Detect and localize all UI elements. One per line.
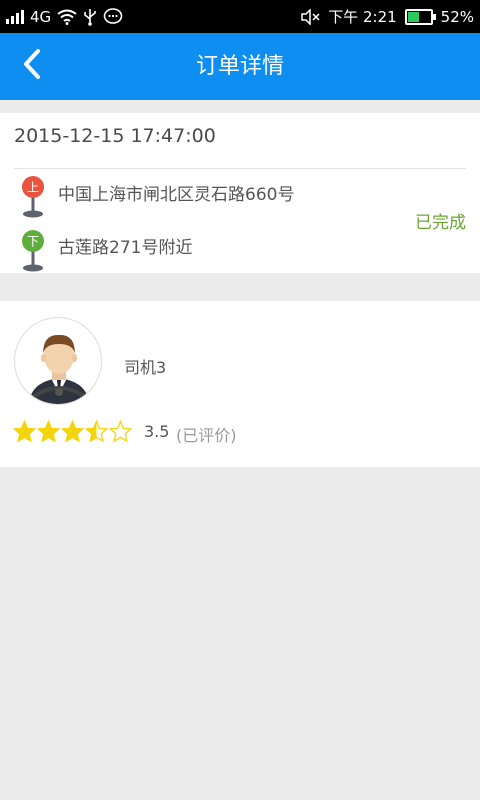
battery-icon bbox=[404, 8, 436, 25]
usb-icon bbox=[83, 8, 97, 26]
star-half-icon bbox=[85, 420, 108, 443]
dropoff-badge: 下 bbox=[27, 235, 39, 249]
driver-avatar bbox=[14, 317, 102, 405]
wifi-icon bbox=[57, 9, 77, 25]
app-bar: 订单详情 bbox=[0, 33, 480, 100]
driver-card: 司机3 3.5 (已评价) bbox=[0, 301, 480, 467]
star-full-icon bbox=[37, 420, 60, 443]
driver-name: 司机3 bbox=[124, 358, 167, 377]
signal-icon bbox=[6, 9, 24, 24]
clock: 下午 2:21 bbox=[328, 8, 397, 26]
rating-value: 3.5 bbox=[144, 422, 170, 441]
message-icon bbox=[103, 7, 123, 26]
order-summary-card: 2015-12-15 17:47:00 上 中国上海市闸北区灵石路660号 下 … bbox=[0, 113, 480, 273]
status-bar-right: 下午 2:21 52% bbox=[300, 0, 474, 33]
order-datetime: 2015-12-15 17:47:00 bbox=[14, 125, 216, 147]
dropoff-pin-icon: 下 bbox=[18, 229, 48, 273]
dropoff-address: 古莲路271号附近 bbox=[58, 238, 193, 258]
star-full-icon bbox=[13, 420, 36, 443]
order-status: 已完成 bbox=[415, 213, 466, 233]
page-title: 订单详情 bbox=[195, 54, 284, 79]
battery-percent: 52% bbox=[440, 7, 474, 26]
star-full-icon bbox=[61, 420, 84, 443]
pickup-badge: 上 bbox=[27, 181, 39, 195]
pickup-pin-icon: 上 bbox=[18, 175, 48, 219]
network-type: 4G bbox=[30, 7, 52, 26]
rating-status: (已评价) bbox=[176, 426, 237, 445]
star-empty-icon bbox=[109, 420, 132, 443]
mute-icon bbox=[300, 8, 320, 25]
divider bbox=[14, 168, 466, 169]
rating-stars bbox=[13, 420, 132, 443]
status-bar: 4G 下午 2:21 52% bbox=[0, 0, 480, 33]
status-bar-left: 4G bbox=[6, 0, 123, 33]
pickup-address: 中国上海市闸北区灵石路660号 bbox=[58, 185, 295, 205]
